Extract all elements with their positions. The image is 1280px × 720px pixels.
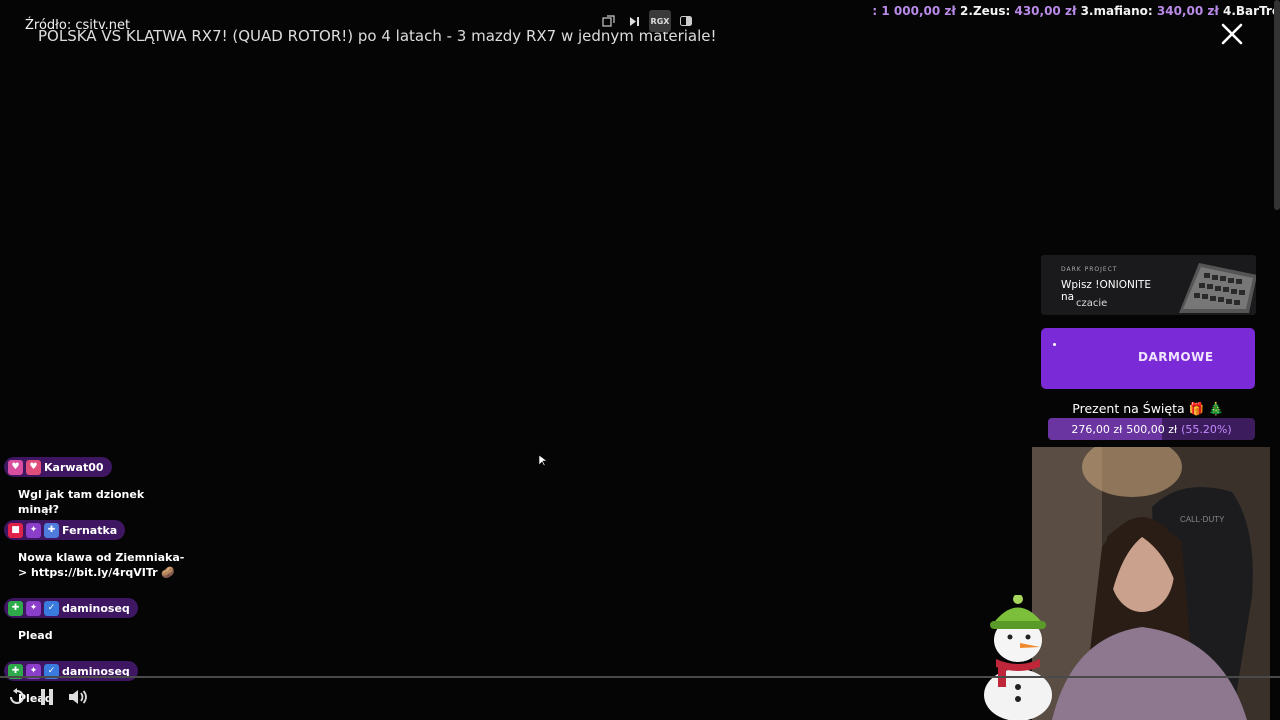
verified-icon: ✓ [44,600,59,616]
ranking-rank: 3. [1080,4,1094,18]
ranking-entry: : 1 000,00 zł [872,4,955,18]
sidebar-icon[interactable] [675,10,697,32]
goal-progress-bar: 276,00 zł 500,00 zł (55.20%) [1048,418,1255,440]
snowman-icon [984,595,1052,720]
puzzle-icon: ✚ [8,600,23,616]
ranking-rank: 4. [1222,4,1236,18]
scrollbar[interactable] [1274,0,1280,210]
donation-ranking: : 1 000,00 zł 2.Zeus: 430,00 zł 3.mafian… [872,4,1280,18]
ad-brand: DARK PROJECT [1061,266,1118,273]
volume-icon[interactable] [68,688,88,706]
heart-badge-icon: ♥ [26,459,41,475]
player-controls [8,688,88,706]
chat-username: Karwat00 [44,460,104,474]
ranking-entry: 2.Zeus: 430,00 zł [960,4,1076,18]
ranking-amount: 340,00 zł [1156,4,1219,18]
chat-username-pill[interactable]: ✚ ✦ ✓ daminoseq [4,598,138,618]
keyboard-ad: DARK PROJECT Wpisz !ONIONITE na czacie [1041,255,1256,315]
ad-text-secondary: czacie [1076,298,1108,309]
svg-text:CALL·DUTY: CALL·DUTY [1180,515,1225,524]
ranking-amount: 430,00 zł [1014,4,1077,18]
gift-icon: ✚ [44,522,59,538]
goal-percent: (55.20%) [1181,422,1232,436]
goal-progress-text: 276,00 zł 500,00 zł (55.20%) [1048,418,1255,440]
heart-icon: ♥ [8,459,23,475]
close-button[interactable] [1218,20,1246,48]
camera-icon: ■ [8,522,23,538]
cursor-icon [539,455,547,467]
keyboard-image [1179,263,1256,313]
chat-username-pill[interactable]: ♥ ♥ Karwat00 [4,457,112,477]
chat-username: Fernatka [62,523,118,537]
goal-current: 276,00 zł [1071,422,1123,436]
chat-username-pill[interactable]: ■ ✦ ✚ Fernatka [4,520,126,540]
popout-icon[interactable] [597,10,619,32]
ranking-amount: : 1 000,00 zł [872,4,956,18]
rgx-label: RGX [650,16,670,26]
ranking-entry: 3.mafiano: 340,00 zł [1081,4,1219,18]
ranking-name: Zeus: [972,4,1011,18]
chat-username: daminoseq [62,601,130,615]
wings-icon: ✦ [26,600,41,616]
video-progress-bar[interactable] [0,676,1280,678]
close-icon [1221,23,1243,45]
sparkle-icon [1053,343,1056,346]
promo-text: DARMOWE [1138,350,1214,364]
ranking-name: mafiano: [1093,4,1153,18]
ranking-rank: 2. [960,4,973,18]
wings-icon: ✦ [26,522,41,538]
replay-icon[interactable] [8,688,26,706]
chat-message: Plead [18,629,53,642]
ranking-entry: 4.BarTre [1223,4,1280,18]
goal-target: 500,00 zł [1126,422,1178,436]
pause-icon[interactable] [38,688,56,706]
goal-title: Prezent na Święta 🎁 🎄 [1072,401,1224,416]
chat-message: Nowa klawa od Ziemniaka-> https://bit.ly… [18,551,185,579]
next-icon[interactable] [623,10,645,32]
promo-banner[interactable]: DARMOWE [1041,328,1255,389]
chat-username-pill[interactable]: ✚ ✦ ✓ daminoseq [4,661,138,681]
top-controls: RGX [597,10,697,32]
webcam-image: CALL·DUTY [1032,447,1270,720]
chat-message: Wgl jak tam dzionek minął? [18,488,145,516]
rgx-button[interactable]: RGX [649,10,671,32]
webcam-feed: CALL·DUTY [1032,447,1270,720]
